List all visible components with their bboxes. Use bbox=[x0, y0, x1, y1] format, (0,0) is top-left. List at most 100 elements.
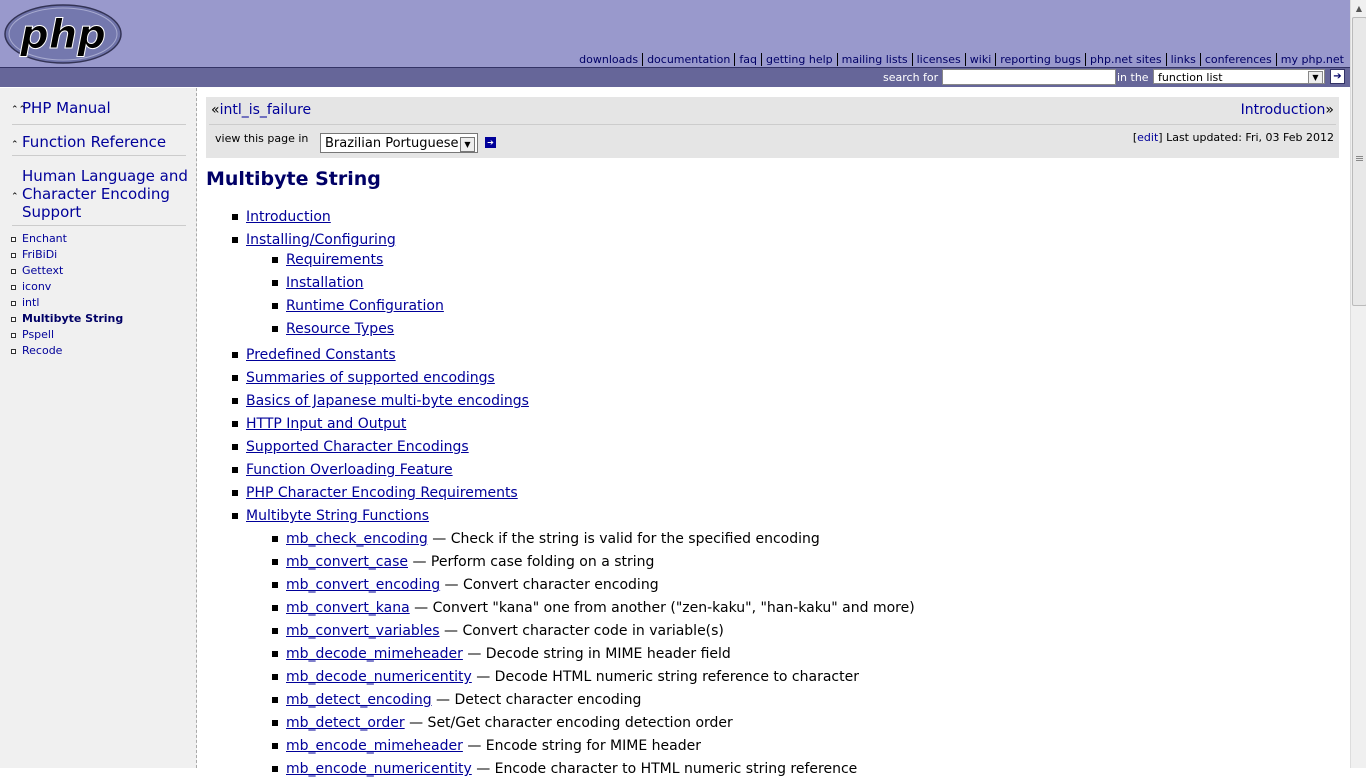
toc-link-resource-types[interactable]: Resource Types bbox=[286, 321, 394, 337]
next-page-link[interactable]: Introduction bbox=[1241, 102, 1326, 118]
sidebar-function-reference: ⌃ Function Reference bbox=[11, 133, 166, 151]
toc-link-functions[interactable]: Multibyte String Functions bbox=[246, 508, 429, 524]
toc-link-encoding-requirements[interactable]: PHP Character Encoding Requirements bbox=[246, 485, 518, 501]
function-item: mb_decode_mimeheader — Decode string in … bbox=[246, 643, 915, 666]
sidebar-item-link[interactable]: Pspell bbox=[22, 328, 54, 341]
toc-link-installation[interactable]: Installation bbox=[286, 275, 364, 291]
toc-link-predefined-constants[interactable]: Predefined Constants bbox=[246, 347, 396, 363]
function-link[interactable]: mb_decode_mimeheader bbox=[286, 646, 463, 662]
search-input[interactable] bbox=[942, 69, 1116, 85]
chevron-down-icon: ▼ bbox=[1308, 71, 1323, 84]
search-scope-value: function list bbox=[1158, 71, 1223, 84]
last-updated: [edit] Last updated: Fri, 03 Feb 2012 bbox=[1132, 131, 1334, 144]
language-label: view this page in bbox=[215, 132, 309, 145]
last-updated-text: Last updated: Fri, 03 Feb 2012 bbox=[1166, 131, 1334, 144]
toc-link-requirements[interactable]: Requirements bbox=[286, 252, 383, 268]
nav-reporting-bugs[interactable]: reporting bugs bbox=[996, 53, 1087, 66]
sidebar-item-link[interactable]: Recode bbox=[22, 344, 62, 357]
sidebar-item-multibyte-string: Multibyte String bbox=[10, 311, 123, 327]
function-item: mb_convert_case — Perform case folding o… bbox=[246, 551, 915, 574]
scroll-up-arrow-icon[interactable]: ▲ bbox=[1351, 0, 1366, 17]
sidebar-item-link[interactable]: Gettext bbox=[22, 264, 63, 277]
function-item: mb_detect_order — Set/Get character enco… bbox=[246, 712, 915, 735]
toc-subitem: Resource Types bbox=[246, 318, 915, 341]
search-submit-button[interactable]: ➔ bbox=[1330, 69, 1345, 84]
function-link[interactable]: mb_convert_variables bbox=[286, 623, 440, 639]
toc-link-runtime-configuration[interactable]: Runtime Configuration bbox=[286, 298, 444, 314]
scrollbar-thumb[interactable] bbox=[1352, 17, 1366, 306]
nav-my-php-net[interactable]: my php.net bbox=[1277, 53, 1344, 66]
function-description: — Convert character encoding bbox=[440, 577, 659, 593]
nav-faq[interactable]: faq bbox=[735, 53, 762, 66]
nav-conferences[interactable]: conferences bbox=[1200, 53, 1277, 66]
search-scope-select[interactable]: function list ▼ bbox=[1153, 69, 1325, 84]
function-link[interactable]: mb_encode_mimeheader bbox=[286, 738, 463, 754]
function-link[interactable]: mb_convert_encoding bbox=[286, 577, 440, 593]
toc-link-summaries[interactable]: Summaries of supported encodings bbox=[246, 370, 495, 386]
next-page: Introduction» bbox=[1241, 102, 1334, 118]
sidebar-item-link[interactable]: Enchant bbox=[22, 232, 67, 245]
function-link[interactable]: mb_convert_kana bbox=[286, 600, 410, 616]
sidebar-item-enchant: Enchant bbox=[10, 231, 123, 247]
nav-documentation[interactable]: documentation bbox=[643, 53, 736, 66]
vertical-scrollbar[interactable]: ▲ bbox=[1350, 0, 1366, 768]
sidebar-link-human-language[interactable]: Human Language and Character Encoding Su… bbox=[22, 167, 188, 221]
chevron-down-icon: ▼ bbox=[460, 137, 475, 152]
nav-links[interactable]: links bbox=[1166, 53, 1201, 66]
prev-page: «intl_is_failure bbox=[211, 102, 311, 118]
function-description: — Decode HTML numeric string reference t… bbox=[471, 669, 859, 685]
toc-link-http-io[interactable]: HTTP Input and Output bbox=[246, 416, 406, 432]
language-select[interactable]: Brazilian Portuguese ▼ bbox=[320, 133, 478, 153]
php-logo[interactable]: php bbox=[4, 3, 124, 69]
function-link[interactable]: mb_convert_case bbox=[286, 554, 408, 570]
toc-subitem: Installation bbox=[246, 272, 915, 295]
sidebar-divider bbox=[12, 225, 186, 226]
sidebar-divider bbox=[12, 155, 186, 156]
sidebar-item-recode: Recode bbox=[10, 343, 123, 359]
toc-item: Multibyte String Functions mb_check_enco… bbox=[206, 505, 915, 781]
function-item: mb_check_encoding — Check if the string … bbox=[246, 528, 915, 551]
sidebar-list: Enchant FriBiDi Gettext iconv intl Multi… bbox=[10, 231, 123, 359]
nav-licenses[interactable]: licenses bbox=[912, 53, 966, 66]
function-link[interactable]: mb_check_encoding bbox=[286, 531, 428, 547]
toc-link-installing[interactable]: Installing/Configuring bbox=[246, 232, 396, 248]
sidebar-divider bbox=[12, 124, 186, 125]
toc-link-overloading[interactable]: Function Overloading Feature bbox=[246, 462, 453, 478]
toc-link-supported-encodings[interactable]: Supported Character Encodings bbox=[246, 439, 469, 455]
function-description: — Convert character code in variable(s) bbox=[439, 623, 724, 639]
toc-link-introduction[interactable]: Introduction bbox=[246, 209, 331, 225]
function-list: mb_check_encoding — Check if the string … bbox=[246, 528, 915, 781]
page-navigation: «intl_is_failure Introduction» view this… bbox=[206, 97, 1339, 158]
pagenav-divider bbox=[209, 124, 1336, 125]
page-title: Multibyte String bbox=[206, 168, 381, 190]
sidebar-link-function-reference[interactable]: Function Reference bbox=[22, 133, 166, 151]
language-go-button[interactable]: ➔ bbox=[485, 137, 496, 148]
sidebar-item-link-active[interactable]: Multibyte String bbox=[22, 312, 123, 325]
double-caret-up-icon: ⌃⌃ bbox=[11, 105, 27, 115]
sidebar-item-fribidi: FriBiDi bbox=[10, 247, 123, 263]
toc-item: Installing/Configuring Requirements Inst… bbox=[206, 229, 915, 341]
function-item: mb_convert_kana — Convert "kana" one fro… bbox=[246, 597, 915, 620]
function-link[interactable]: mb_detect_order bbox=[286, 715, 405, 731]
nav-mailing-lists[interactable]: mailing lists bbox=[837, 53, 913, 66]
nav-wiki[interactable]: wiki bbox=[965, 53, 997, 66]
sidebar-item-link[interactable]: intl bbox=[22, 296, 39, 309]
edit-link[interactable]: edit bbox=[1137, 131, 1158, 144]
nav-php-net-sites[interactable]: php.net sites bbox=[1086, 53, 1167, 66]
sidebar-link-php-manual[interactable]: PHP Manual bbox=[22, 99, 111, 117]
function-item: mb_convert_variables — Convert character… bbox=[246, 620, 915, 643]
prev-page-link[interactable]: intl_is_failure bbox=[220, 102, 312, 118]
grip-icon bbox=[1356, 156, 1363, 157]
double-chevron-left-icon: « bbox=[211, 102, 220, 118]
nav-downloads[interactable]: downloads bbox=[575, 53, 644, 66]
nav-getting-help[interactable]: getting help bbox=[761, 53, 838, 66]
function-item: mb_detect_encoding — Detect character en… bbox=[246, 689, 915, 712]
function-link[interactable]: mb_detect_encoding bbox=[286, 692, 432, 708]
function-link[interactable]: mb_encode_numericentity bbox=[286, 761, 472, 777]
toc-item: PHP Character Encoding Requirements bbox=[206, 482, 915, 505]
toc-link-japanese-basics[interactable]: Basics of Japanese multi-byte encodings bbox=[246, 393, 529, 409]
function-link[interactable]: mb_decode_numericentity bbox=[286, 669, 472, 685]
arrow-right-icon: ➔ bbox=[1333, 71, 1342, 82]
sidebar-item-link[interactable]: iconv bbox=[22, 280, 51, 293]
sidebar-item-link[interactable]: FriBiDi bbox=[22, 248, 57, 261]
